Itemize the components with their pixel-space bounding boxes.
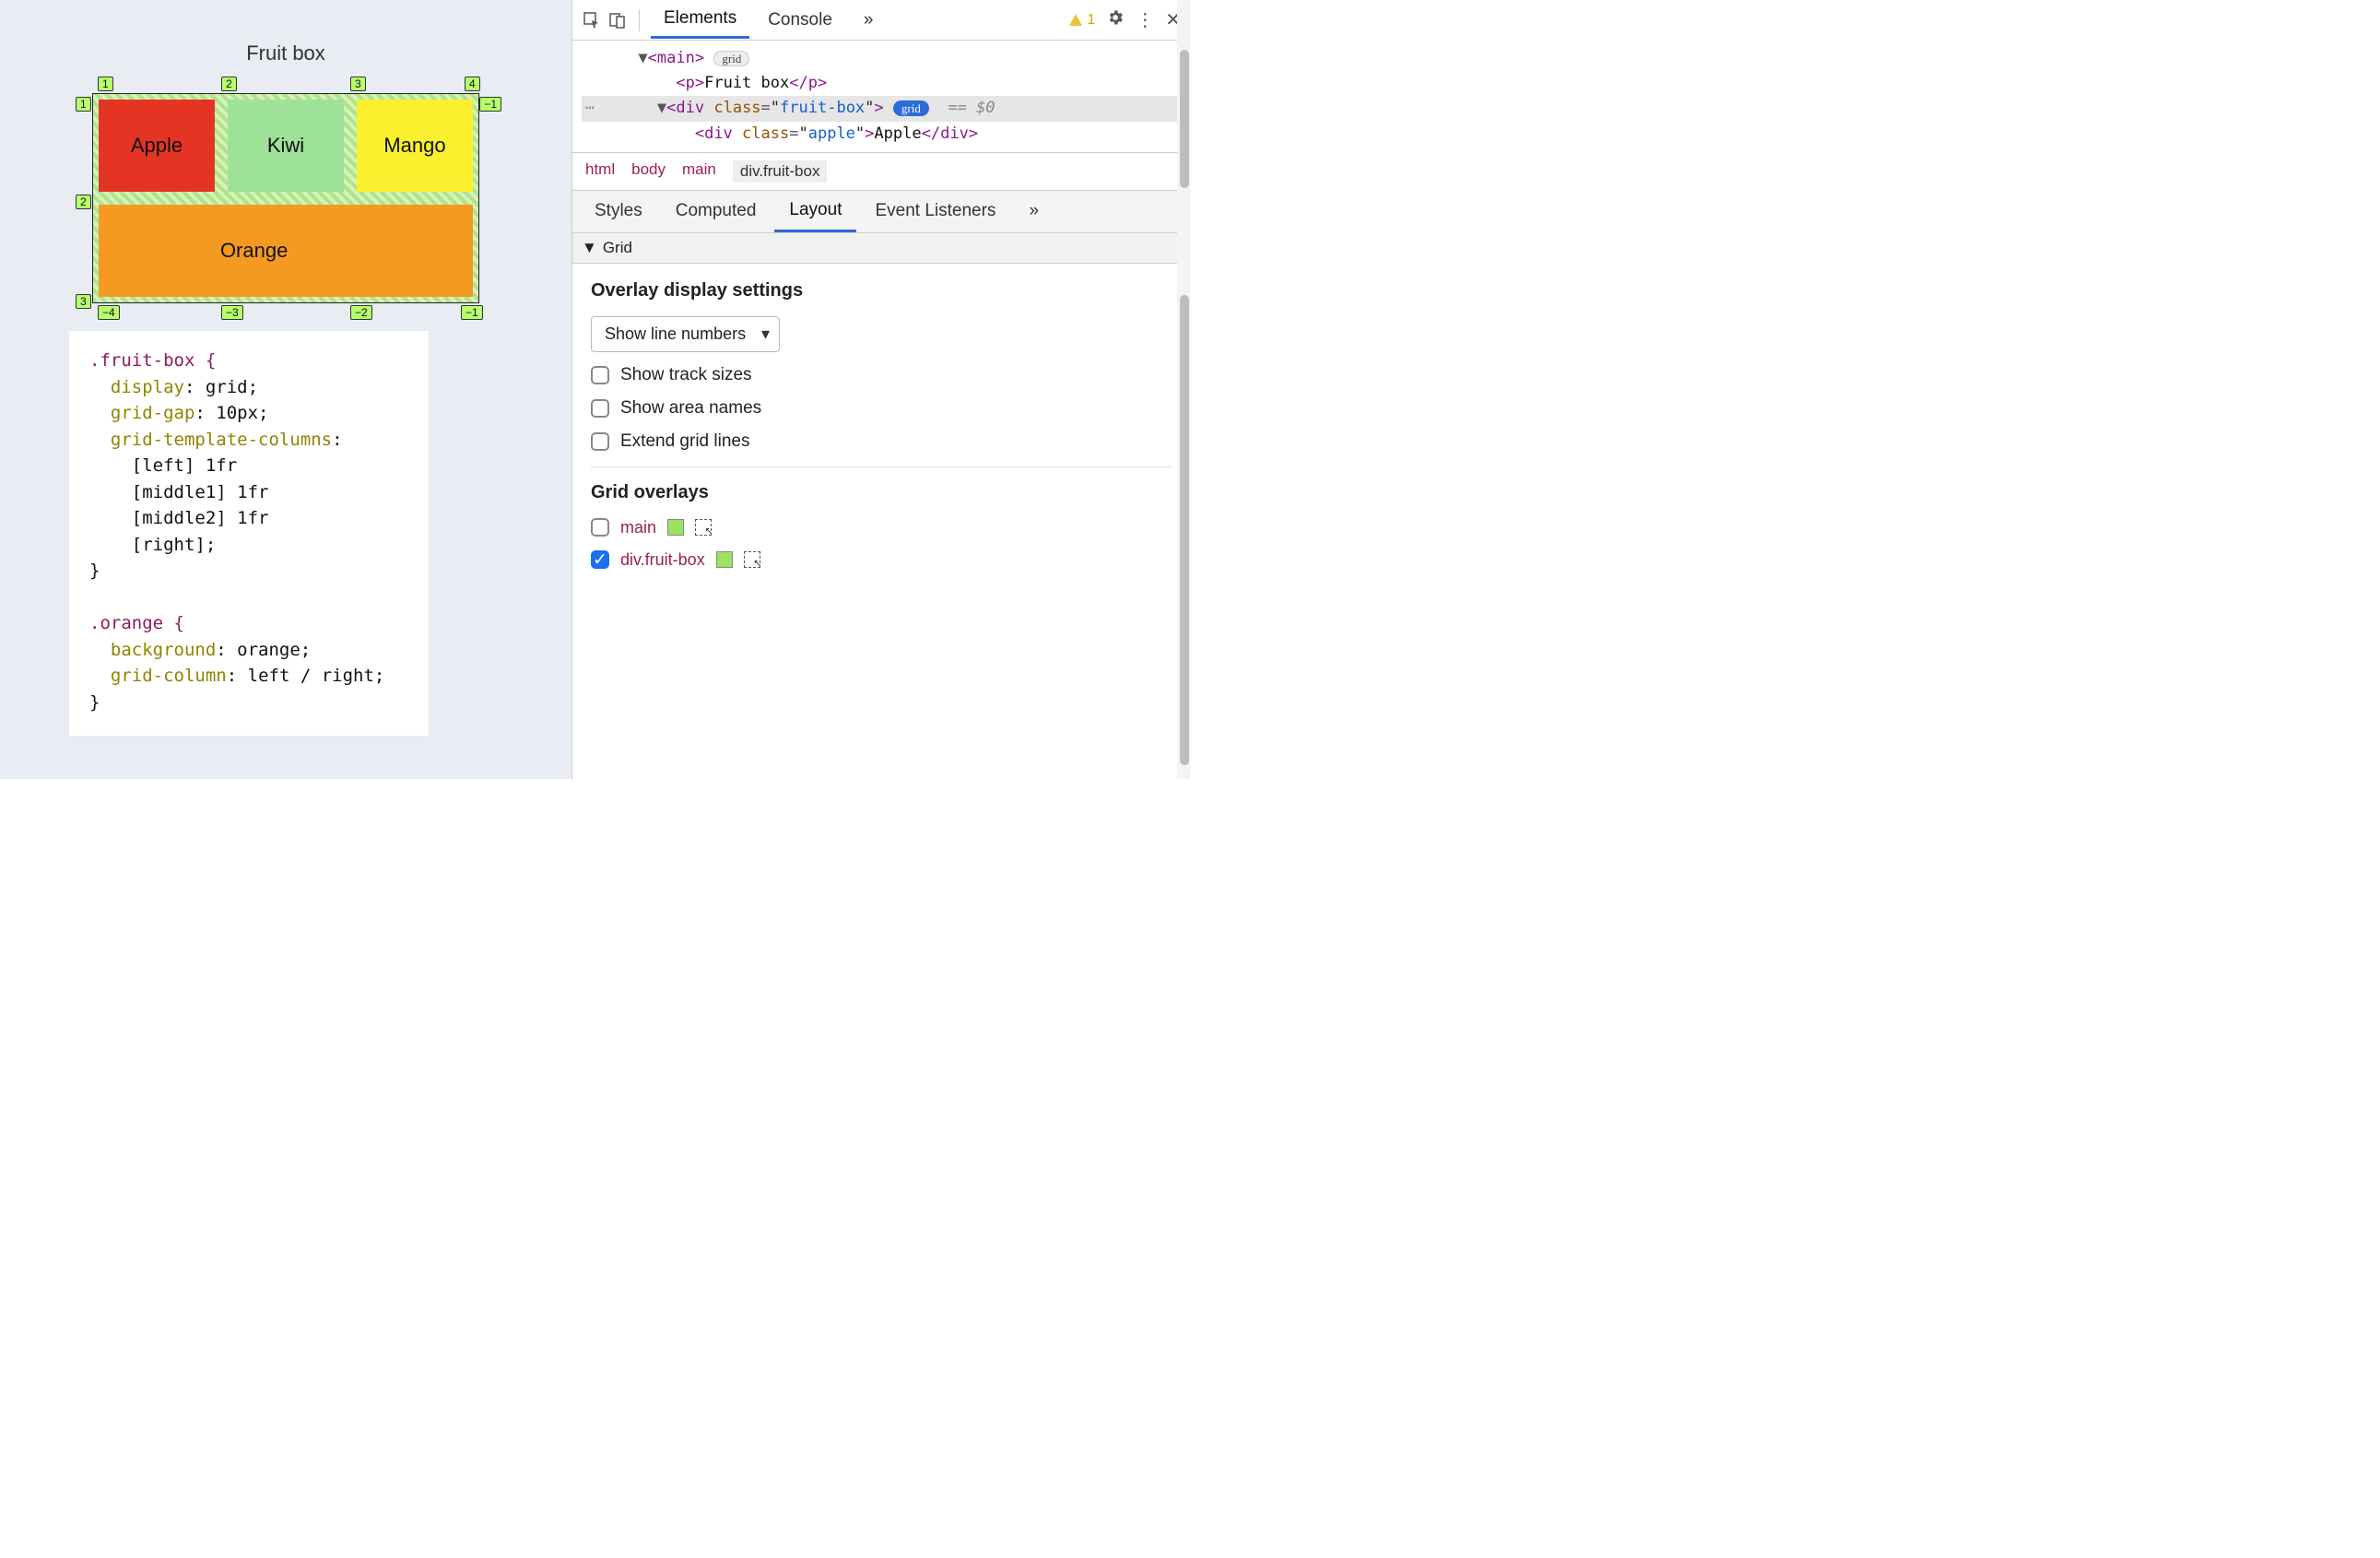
checkbox-icon[interactable] — [591, 366, 609, 384]
breadcrumb: html body main div.fruit-box — [572, 152, 1190, 191]
crumb-fruit-box[interactable]: div.fruit-box — [733, 160, 828, 183]
css-code-block: .fruit-box { display: grid; grid-gap: 10… — [69, 331, 429, 736]
grid-line-number: 1 — [76, 97, 91, 112]
subtab-styles[interactable]: Styles — [580, 192, 657, 230]
subtab-layout[interactable]: Layout — [774, 191, 856, 232]
color-swatch[interactable] — [716, 551, 733, 568]
grid-line-number: 3 — [76, 294, 91, 309]
more-menu-icon[interactable]: ⋮ — [1136, 8, 1154, 31]
extend-grid-lines-option[interactable]: Extend grid lines — [591, 431, 1172, 452]
scrollbar-thumb[interactable] — [1180, 295, 1189, 765]
grid-line-number: 1 — [98, 77, 113, 91]
grid-line-number: −3 — [221, 305, 243, 320]
page-preview-pane: Fruit box 1 2 3 4 1 2 3 −1 −4 −3 −2 −1 A… — [0, 0, 571, 779]
dom-node-p[interactable]: <p>Fruit box</p> — [582, 71, 1190, 96]
dom-node-apple[interactable]: <div class="apple">Apple</div> — [582, 122, 1190, 147]
line-numbers-select[interactable]: Show line numbers — [591, 316, 780, 352]
dom-node-main[interactable]: ▼<main> grid — [582, 46, 1190, 71]
checkbox-icon[interactable] — [591, 518, 609, 537]
grid-line-number: −1 — [461, 305, 483, 320]
tab-console[interactable]: Console — [755, 3, 845, 38]
inspect-icon[interactable] — [582, 10, 602, 30]
grid-line-number: −4 — [98, 305, 120, 320]
grid-overlay-main[interactable]: main — [591, 518, 1172, 537]
show-track-sizes-option[interactable]: Show track sizes — [591, 365, 1172, 385]
grid-cell-orange: Orange — [99, 205, 473, 297]
grid-line-number: −1 — [479, 97, 501, 112]
overlay-settings-title: Overlay display settings — [591, 280, 1172, 301]
checkbox-icon[interactable]: ✓ — [591, 550, 609, 569]
device-toggle-icon[interactable] — [607, 10, 628, 30]
show-area-names-option[interactable]: Show area names — [591, 398, 1172, 419]
locate-element-icon[interactable] — [695, 519, 712, 536]
tabs-overflow[interactable]: » — [851, 3, 887, 38]
checkbox-icon[interactable] — [591, 432, 609, 451]
scrollbar-thumb[interactable] — [1180, 50, 1189, 188]
locate-element-icon[interactable] — [744, 551, 760, 568]
fruit-box-grid: Apple Kiwi Mango Orange — [92, 93, 479, 303]
subtabs-overflow[interactable]: » — [1014, 192, 1054, 230]
checkbox-icon[interactable] — [591, 399, 609, 418]
crumb-main[interactable]: main — [682, 160, 716, 183]
crumb-html[interactable]: html — [585, 160, 615, 183]
grid-cell-kiwi: Kiwi — [228, 100, 344, 192]
grid-line-number: 4 — [465, 77, 480, 91]
crumb-body[interactable]: body — [631, 160, 666, 183]
subtab-computed[interactable]: Computed — [661, 192, 772, 230]
styles-subtabs: Styles Computed Layout Event Listeners » — [572, 191, 1190, 233]
layout-panel: Overlay display settings Show line numbe… — [572, 264, 1190, 596]
dom-node-fruit-box[interactable]: ▼<div class="fruit-box"> grid == $0 — [582, 96, 1190, 121]
dom-tree[interactable]: ▼<main> grid <p>Fruit box</p> ▼<div clas… — [572, 41, 1190, 152]
grid-cell-apple: Apple — [99, 100, 215, 192]
devtools-pane: Elements Console » 1 ⋮ ✕ ▼<main> grid <p… — [571, 0, 1190, 779]
devtools-toolbar: Elements Console » 1 ⋮ ✕ — [572, 0, 1190, 41]
grid-overlays-title: Grid overlays — [591, 482, 1172, 503]
grid-line-number: 2 — [76, 195, 91, 209]
warnings-badge[interactable]: 1 — [1068, 12, 1095, 29]
subtab-event-listeners[interactable]: Event Listeners — [860, 192, 1010, 230]
grid-cell-mango: Mango — [357, 100, 473, 192]
grid-line-number: 2 — [221, 77, 237, 91]
scrollbar[interactable] — [1177, 0, 1190, 779]
grid-overlay-wrapper: 1 2 3 4 1 2 3 −1 −4 −3 −2 −1 Apple Kiwi … — [92, 93, 479, 303]
grid-line-number: −2 — [350, 305, 372, 320]
grid-section-header[interactable]: ▼Grid — [572, 233, 1190, 264]
tab-elements[interactable]: Elements — [651, 1, 749, 39]
color-swatch[interactable] — [667, 519, 684, 536]
settings-icon[interactable] — [1106, 8, 1125, 32]
grid-overlay-fruit-box[interactable]: ✓ div.fruit-box — [591, 550, 1172, 570]
preview-title: Fruit box — [51, 41, 521, 65]
grid-line-number: 3 — [350, 77, 366, 91]
